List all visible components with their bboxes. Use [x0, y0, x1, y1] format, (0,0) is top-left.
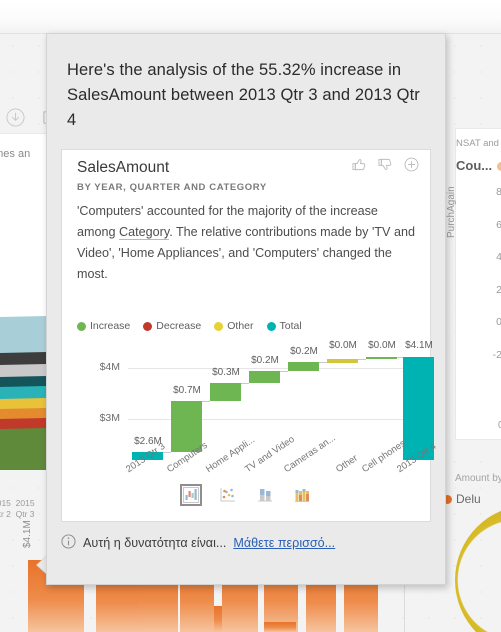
plus-circle-icon[interactable]: [403, 156, 420, 173]
background-right-y-axis-label: PurchAgain: [446, 186, 457, 238]
legend-swatch-other: [214, 321, 224, 331]
bar-label-q4: $4.1M: [405, 340, 433, 351]
background-area-chart: [0, 316, 46, 470]
legend-swatch-increase: [77, 321, 86, 331]
x-tick-label-5: Other: [334, 452, 360, 476]
legend-item-other[interactable]: Other: [214, 320, 254, 332]
card-body-text: 'Computers' accounted for the majority o…: [77, 201, 417, 285]
footer-text: Αυτή η δυνατότητα είναι...: [83, 536, 227, 550]
card-action-buttons: [351, 156, 420, 173]
background-right-y-ticks: 8 6 4 2 0 -2: [492, 186, 501, 361]
screenshot-root: ames an 2015 2015Qtr 2 Qtr 3 NSAT and P …: [0, 0, 501, 632]
legend-label-other: Other: [227, 320, 254, 332]
connector-6: [358, 359, 366, 360]
connector-5: [319, 362, 327, 363]
visual-type-switcher: [62, 484, 430, 506]
background-left-axis-labels: 2015 2015Qtr 2 Qtr 3: [0, 498, 35, 519]
panel-footer: Αυτή η δυνατότητα είναι... Μάθετε περισσ…: [61, 534, 431, 552]
bar-other[interactable]: [327, 359, 358, 363]
legend-label-increase: Increase: [90, 320, 131, 332]
learn-more-link[interactable]: Μάθετε περισσό...: [233, 536, 335, 550]
background-right-panel-title: NSAT and P: [456, 138, 501, 149]
connector-3: [241, 383, 249, 384]
card-body-link[interactable]: Category: [119, 225, 170, 240]
waterfall-chart-icon[interactable]: [179, 484, 202, 506]
background-bar: [264, 622, 296, 632]
info-circle-icon: [61, 534, 76, 552]
chart-legend: Increase Decrease Other Total: [77, 320, 302, 332]
bar-cell-phones[interactable]: [366, 356, 397, 359]
background-left-panel-title: ames an: [0, 148, 31, 160]
background-right-legend: Delu: [443, 492, 481, 506]
legend-swatch-decrease: [143, 321, 153, 331]
stacked-column-chart-icon[interactable]: [291, 484, 313, 506]
legend-swatch-total: [266, 321, 276, 331]
background-bar-label: $4.1M: [22, 520, 33, 548]
card-subtitle: BY YEAR, QUARTER AND CATEGORY: [77, 182, 267, 193]
y-tick-label-4m: $4M: [99, 361, 120, 373]
insight-tooltip-panel: Here's the analysis of the 55.32% increa…: [46, 33, 446, 585]
legend-item-increase[interactable]: Increase: [77, 320, 130, 332]
bar-label-computers: $0.7M: [173, 385, 201, 396]
background-right-legend-dot: [497, 162, 501, 171]
connector-4: [280, 371, 288, 372]
scatter-chart-icon[interactable]: [217, 484, 239, 506]
background-right-panel-title2: Amount by: [455, 473, 501, 484]
thumbs-up-icon[interactable]: [351, 156, 368, 173]
connector-2: [202, 401, 210, 402]
insight-card: SalesAmount BY YEAR, QUARTER AND CATEGOR…: [61, 149, 438, 522]
legend-item-total[interactable]: Total: [266, 320, 302, 332]
card-title: SalesAmount: [77, 159, 170, 176]
thumbs-down-icon[interactable]: [377, 156, 394, 173]
gridline-4m: [128, 368, 411, 369]
bar-increase-tv-video[interactable]: [249, 371, 280, 383]
y-tick-label-3m: $3M: [99, 412, 120, 424]
bar-increase-home-appliances[interactable]: [210, 383, 241, 401]
column-chart-icon[interactable]: [254, 484, 276, 506]
bar-label-home-appliances: $0.3M: [212, 367, 240, 378]
legend-label-total: Total: [279, 320, 302, 332]
bar-increase-cameras[interactable]: [288, 362, 319, 371]
report-top-strip: [0, 0, 501, 34]
bar-label-q3: $2.6M: [134, 436, 162, 447]
legend-label-decrease: Decrease: [156, 320, 202, 332]
panel-headline: Here's the analysis of the 55.32% increa…: [67, 61, 420, 129]
legend-item-decrease[interactable]: Decrease: [143, 320, 201, 332]
background-right-legend-label: Delu: [456, 492, 481, 506]
background-right-panel-subtitle: Cou...: [456, 158, 493, 173]
download-icon[interactable]: [6, 108, 25, 127]
